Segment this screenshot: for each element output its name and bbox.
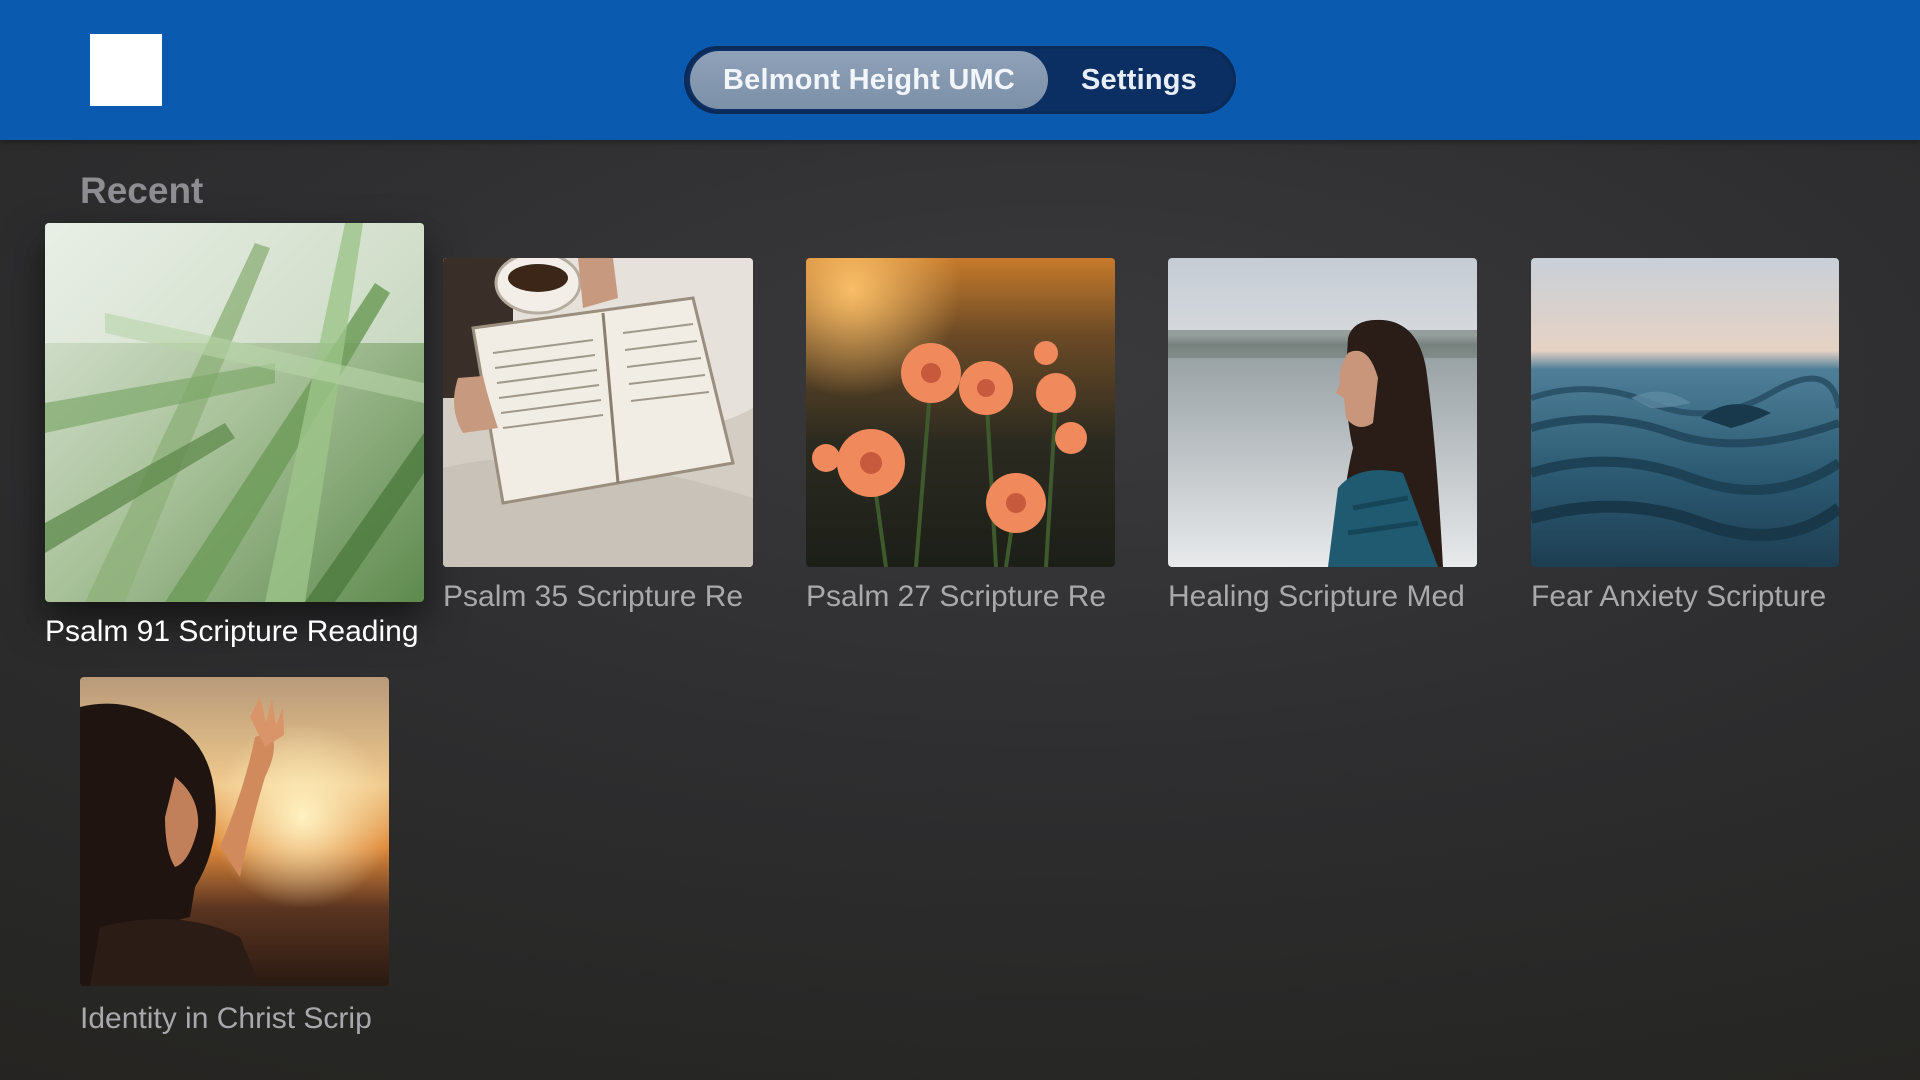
tile-caption: Psalm 91 Scripture Reading — [45, 615, 419, 648]
thumbnail-orange-flowers-sunset — [806, 258, 1115, 567]
tab-bar: Belmont Height UMC Settings — [684, 46, 1236, 114]
top-navigation-bar: Belmont Height UMC Settings — [0, 0, 1920, 140]
section-title-recent: Recent — [80, 170, 204, 211]
tile-caption: Identity in Christ Scrip — [80, 1002, 372, 1035]
thumbnail-ocean-waves — [1531, 258, 1839, 567]
tile-caption: Psalm 27 Scripture Re — [806, 580, 1107, 613]
tile-caption: Psalm 35 Scripture Re — [443, 580, 744, 613]
tile-caption: Healing Scripture Med — [1168, 580, 1465, 613]
app-logo-icon — [90, 34, 162, 106]
thumbnail-woman-sunset-raised-hand — [80, 677, 389, 986]
thumbnail-palm-leaves — [45, 223, 424, 602]
thumbnail-woman-by-lake — [1168, 258, 1477, 567]
thumbnail-open-bible-coffee — [443, 258, 753, 567]
tab-belmont-height-umc[interactable]: Belmont Height UMC — [690, 51, 1048, 109]
tile-caption: Fear Anxiety Scripture — [1531, 580, 1827, 613]
tab-settings[interactable]: Settings — [1048, 51, 1230, 109]
